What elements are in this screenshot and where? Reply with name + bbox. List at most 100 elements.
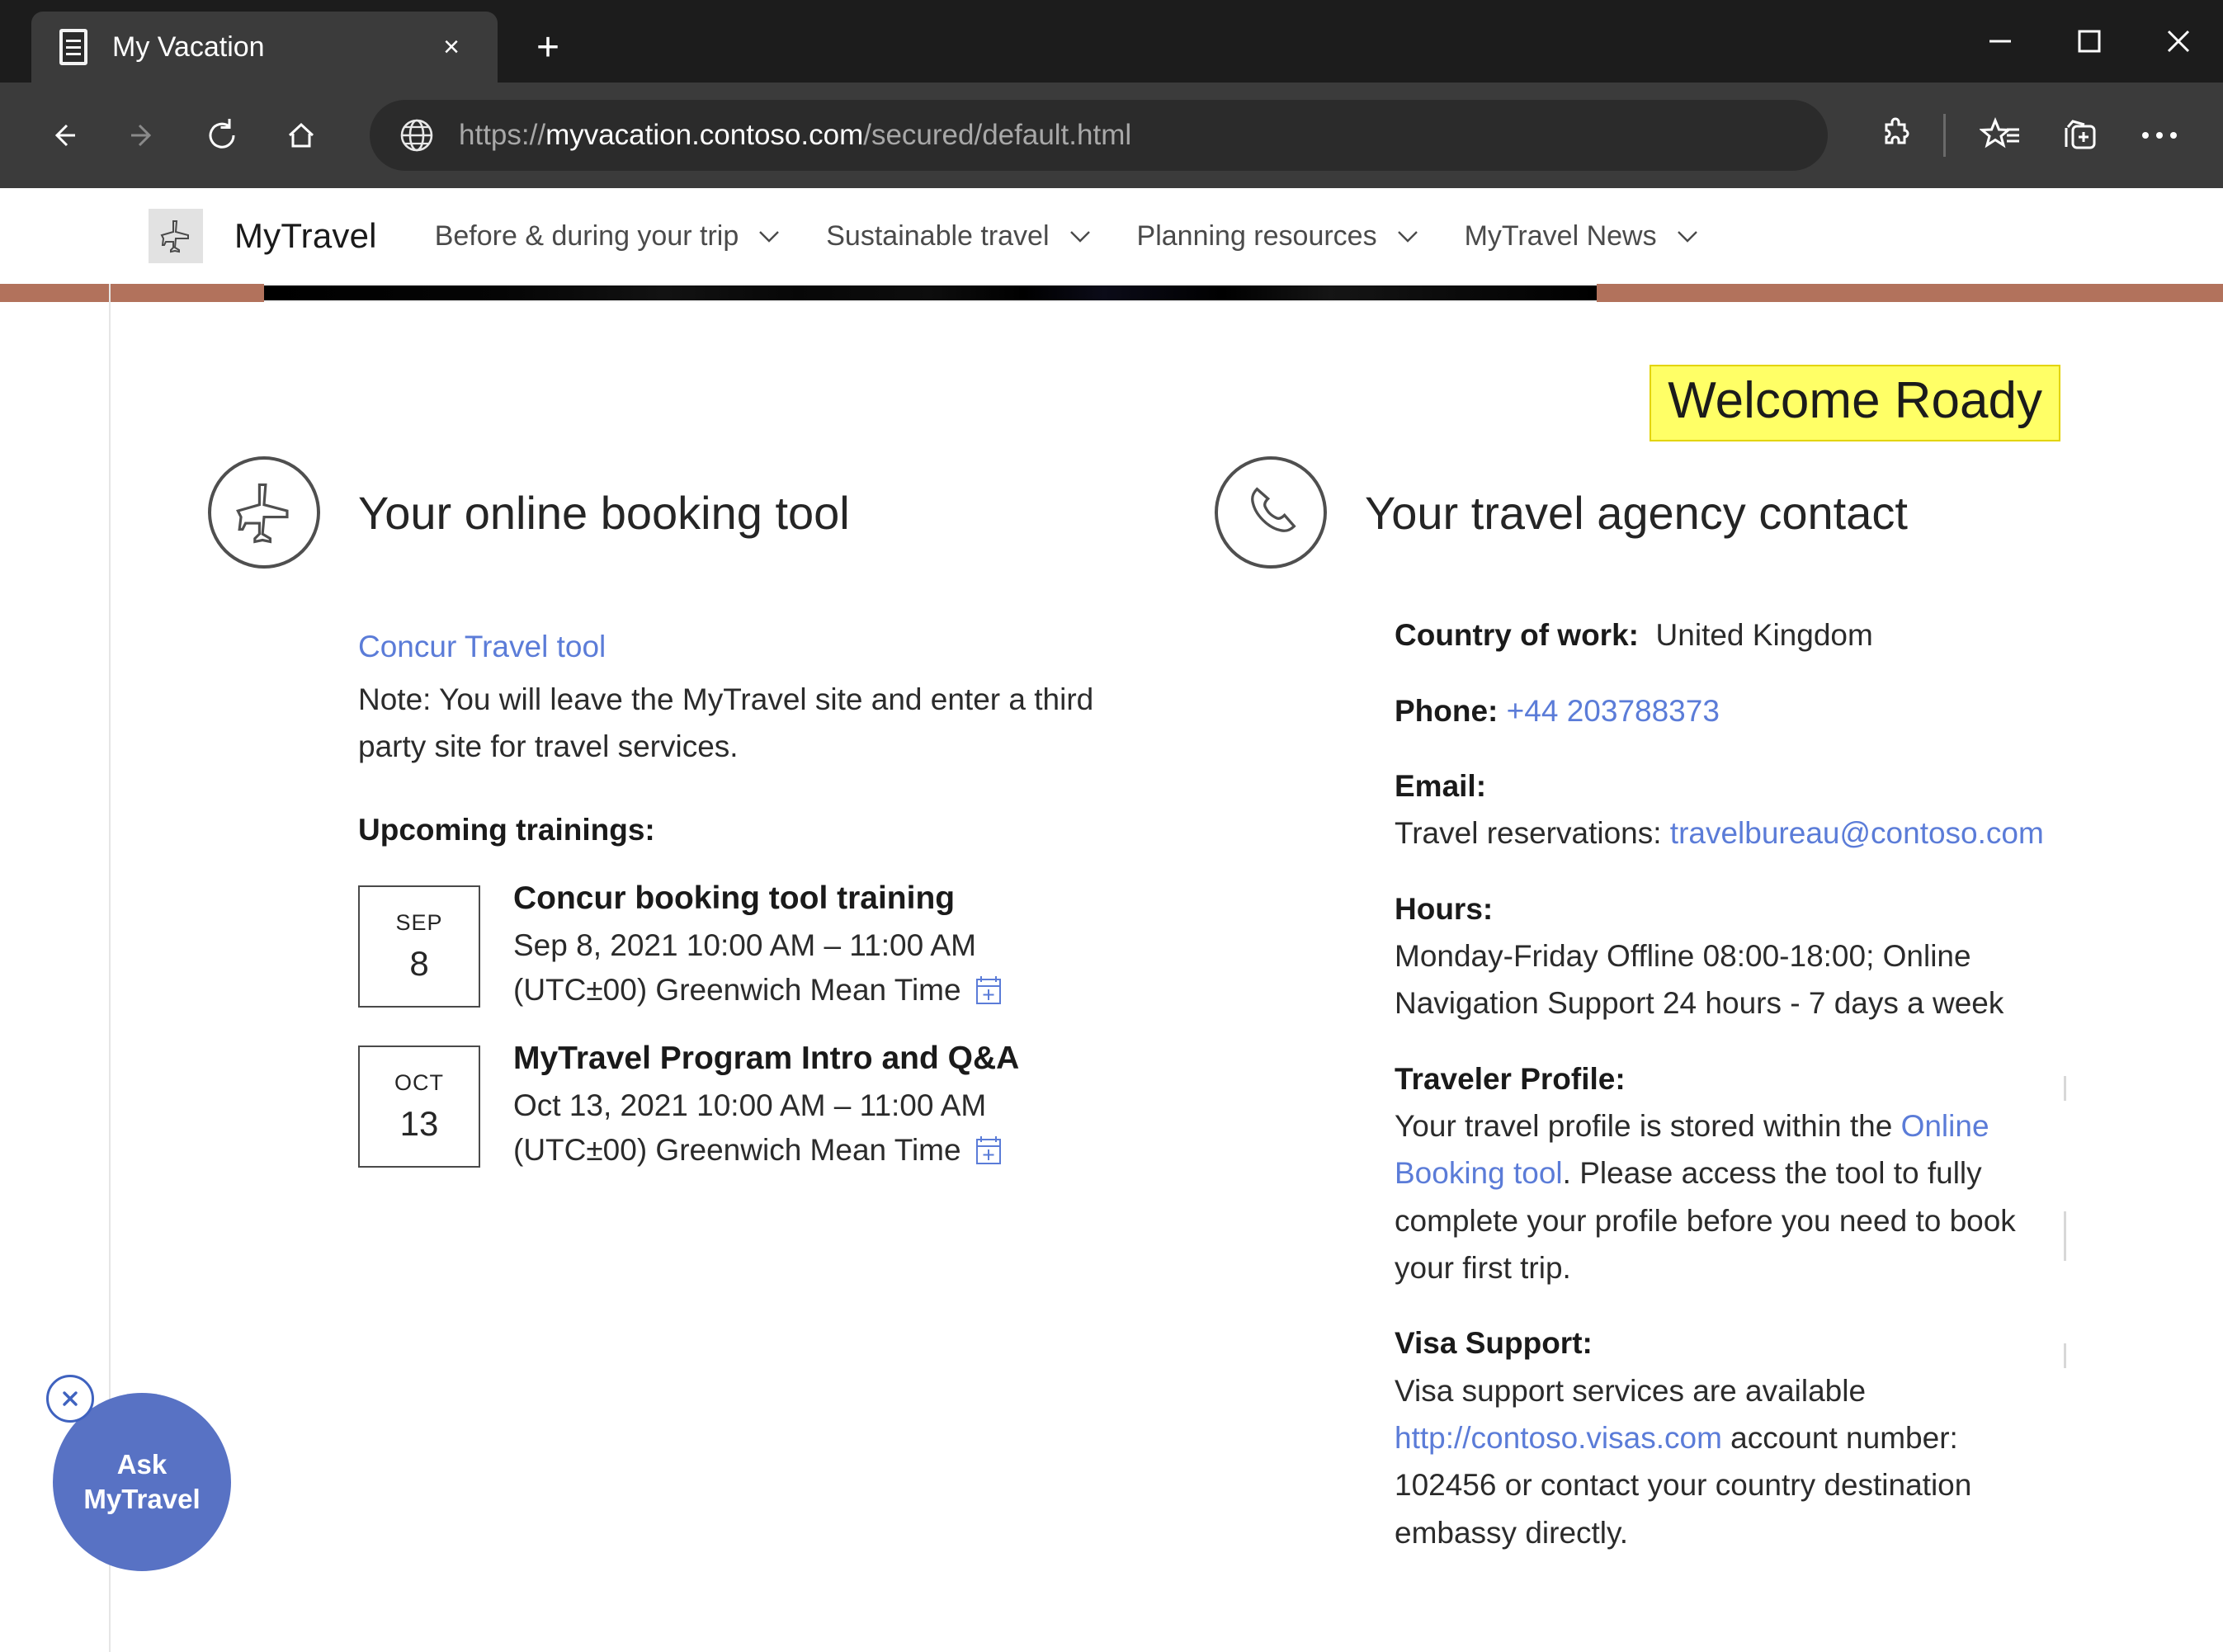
nav-item-before-during-trip[interactable]: Before & during your trip <box>435 220 782 253</box>
scroll-tick-mark <box>2064 1343 2066 1368</box>
hours-label: Hours: <box>1395 891 1494 926</box>
site-navigation: MyTravel Before & during your trip Susta… <box>0 188 2223 284</box>
chevron-down-icon <box>1395 228 1420 244</box>
address-bar[interactable]: https://myvacation.contoso.com/secured/d… <box>370 100 1828 171</box>
visa-website-link[interactable]: http://contoso.visas.com <box>1395 1421 1722 1455</box>
hero-accent-right <box>1597 284 2223 302</box>
maximize-icon[interactable] <box>2045 0 2134 83</box>
browser-tab[interactable]: My Vacation × <box>31 12 498 83</box>
phone-label: Phone: <box>1395 693 1499 728</box>
nav-item-sustainable-travel[interactable]: Sustainable travel <box>826 220 1092 253</box>
tab-title: My Vacation <box>112 31 265 63</box>
booking-section-title: Your online booking tool <box>358 486 850 539</box>
favorites-star-icon[interactable] <box>1966 100 2037 171</box>
nav-items: Before & during your trip Sustainable tr… <box>435 220 1744 253</box>
email-row: Travel reservations: travelbureau@contos… <box>1395 809 2066 857</box>
booking-note: Note: You will leave the MyTravel site a… <box>358 682 1094 763</box>
profile-text-before: Your travel profile is stored within the <box>1395 1109 1901 1144</box>
close-icon[interactable] <box>46 1375 94 1423</box>
training-event: OCT 13 MyTravel Program Intro and Q&A Oc… <box>358 1041 1124 1168</box>
chevron-down-icon <box>1068 228 1093 244</box>
visa-support-field: Visa Support: Visa support services are … <box>1395 1319 2066 1556</box>
minimize-icon[interactable] <box>1956 0 2045 83</box>
add-to-calendar-icon[interactable] <box>975 1135 1003 1165</box>
country-of-work-value: United Kingdom <box>1655 618 1873 653</box>
upcoming-trainings-heading: Upcoming trainings: <box>358 813 655 847</box>
event-datetime: Oct 13, 2021 10:00 AM – 11:00 AM <box>513 1088 987 1123</box>
event-title: MyTravel Program Intro and Q&A <box>513 1041 1020 1077</box>
event-month: OCT <box>394 1069 444 1095</box>
document-icon <box>59 29 87 65</box>
phone-field: Phone: +44 203788373 <box>1395 687 2066 734</box>
event-date-box: OCT 13 <box>358 1045 480 1168</box>
airplane-icon[interactable] <box>149 209 203 263</box>
forward-arrow-icon[interactable] <box>107 100 178 171</box>
scroll-tick-mark <box>2064 1076 2066 1101</box>
nav-item-label: MyTravel News <box>1464 219 1657 252</box>
hero-accent-left <box>0 284 264 302</box>
browser-window: My Vacation × + https://myvacation.conto… <box>0 0 2223 1652</box>
extensions-puzzle-icon[interactable] <box>1861 100 1932 171</box>
phone-link[interactable]: +44 203788373 <box>1507 694 1720 728</box>
hero-image <box>264 284 1597 302</box>
hero-banner-strip <box>0 284 2223 302</box>
traveler-profile-field: Traveler Profile: Your travel profile is… <box>1395 1055 2066 1292</box>
page-content: Welcome Roady Your online booking tool C… <box>0 302 2223 1556</box>
chevron-down-icon <box>1675 228 1700 244</box>
page-viewport: MyTravel Before & during your trip Susta… <box>0 188 2223 1652</box>
booking-column: Your online booking tool Concur Travel t… <box>109 456 1124 1556</box>
event-timezone: (UTC±00) Greenwich Mean Time <box>513 973 961 1008</box>
close-icon[interactable] <box>2134 0 2223 83</box>
event-day: 13 <box>399 1103 439 1143</box>
airplane-circle-icon <box>208 456 320 569</box>
agency-section-title: Your travel agency contact <box>1365 486 1908 539</box>
nav-item-planning-resources[interactable]: Planning resources <box>1137 220 1420 253</box>
email-label: Email: <box>1395 768 1487 803</box>
country-of-work-label: Country of work: <box>1395 618 1639 653</box>
address-url: https://myvacation.contoso.com/secured/d… <box>459 119 1131 152</box>
tab-close-icon[interactable]: × <box>428 24 474 70</box>
visa-support-label: Visa Support: <box>1395 1326 1593 1361</box>
event-timezone: (UTC±00) Greenwich Mean Time <box>513 1133 961 1168</box>
globe-icon <box>398 116 436 154</box>
brand-name[interactable]: MyTravel <box>234 216 377 256</box>
url-scheme: https:// <box>459 119 546 151</box>
event-timezone-row: (UTC±00) Greenwich Mean Time <box>513 973 1003 1008</box>
country-of-work-field: Country of work: United Kingdom <box>1395 611 2066 658</box>
toolbar-icons <box>1852 100 2195 171</box>
refresh-icon[interactable] <box>186 100 257 171</box>
scroll-tick-mark <box>2064 1211 2066 1236</box>
booking-section-header: Your online booking tool <box>208 456 1124 569</box>
agency-section-header: Your travel agency contact <box>1215 456 2066 569</box>
scroll-tick-mark <box>2064 1236 2066 1261</box>
hours-field: Hours: Monday-Friday Offline 08:00-18:00… <box>1395 885 2066 1027</box>
nav-item-mytravel-news[interactable]: MyTravel News <box>1465 220 1700 253</box>
add-to-calendar-icon[interactable] <box>975 975 1003 1005</box>
collections-icon[interactable] <box>2045 100 2116 171</box>
ask-mytravel-widget: Ask MyTravel <box>46 1375 236 1571</box>
event-title: Concur booking tool training <box>513 880 956 917</box>
event-details: Concur booking tool training Sep 8, 2021… <box>513 880 1003 1008</box>
email-link[interactable]: travelbureau@contoso.com <box>1670 816 2044 850</box>
chevron-down-icon <box>757 228 781 244</box>
settings-more-icon[interactable] <box>2124 100 2195 171</box>
two-column-layout: Your online booking tool Concur Travel t… <box>109 456 2223 1556</box>
nav-item-label: Planning resources <box>1136 219 1377 252</box>
ask-mytravel-line2: MyTravel <box>83 1484 201 1514</box>
toolbar-divider <box>1943 114 1946 157</box>
home-icon[interactable] <box>266 100 337 171</box>
window-controls <box>1956 0 2223 83</box>
back-arrow-icon[interactable] <box>28 100 99 171</box>
phone-circle-icon <box>1215 456 1327 569</box>
event-date-box: SEP 8 <box>358 885 480 1008</box>
ask-mytravel-line1: Ask <box>116 1448 168 1480</box>
country-of-work-row: Country of work: United Kingdom <box>1395 611 2066 658</box>
browser-toolbar: https://myvacation.contoso.com/secured/d… <box>0 83 2223 188</box>
welcome-banner: Welcome Roady <box>1650 365 2060 442</box>
email-prefix: Travel reservations: <box>1395 816 1662 851</box>
agency-column: Your travel agency contact Country of wo… <box>1124 456 2223 1556</box>
traveler-profile-label: Traveler Profile: <box>1395 1061 1626 1096</box>
concur-travel-tool-link[interactable]: Concur Travel tool <box>358 630 606 663</box>
email-field: Email: Travel reservations: travelbureau… <box>1395 762 2066 857</box>
new-tab-button[interactable]: + <box>519 18 577 76</box>
